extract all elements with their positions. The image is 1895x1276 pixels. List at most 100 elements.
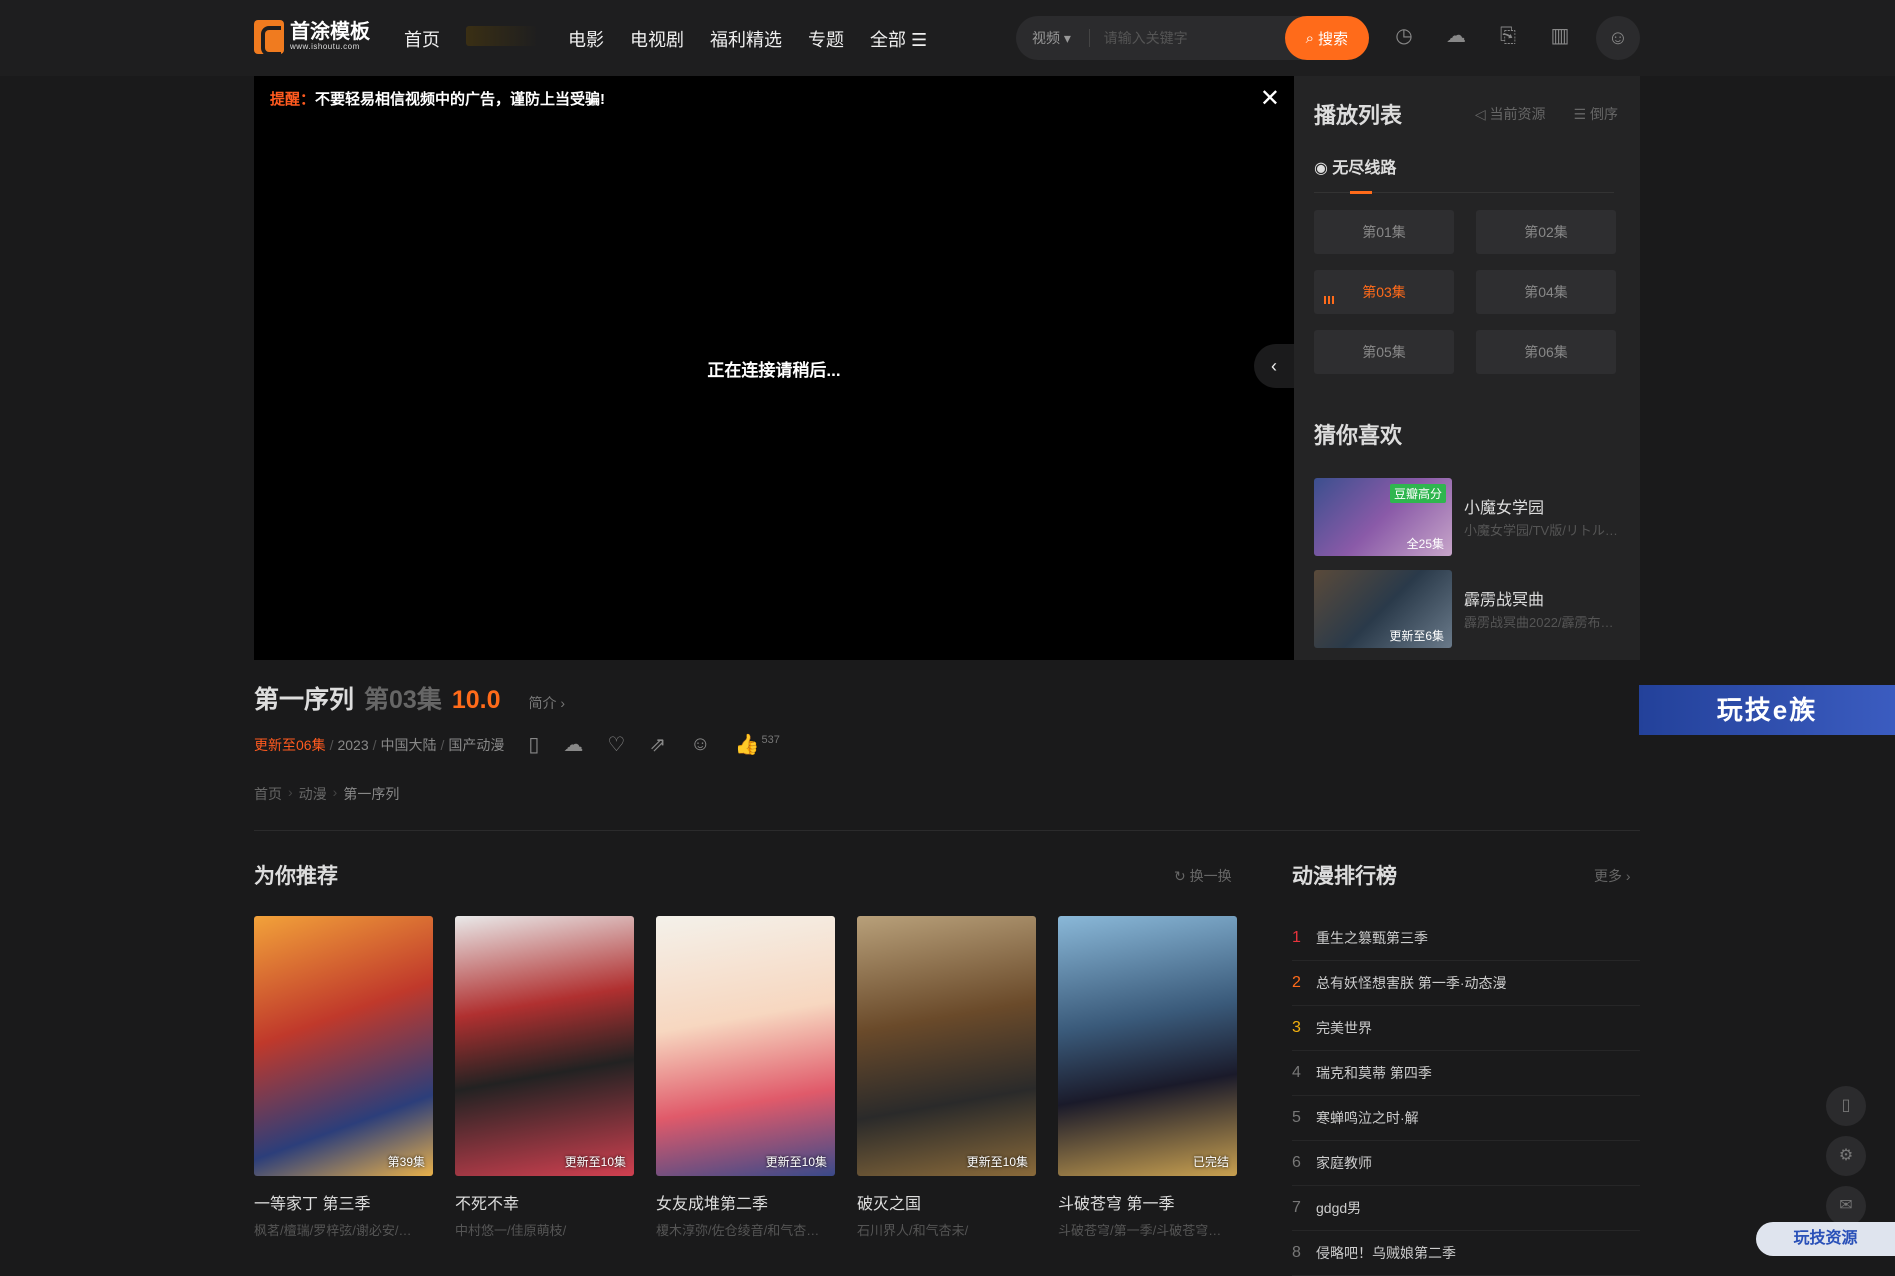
- action-icons: ▯ ☁ ♡ ⇗ ☺ 👍 537: [528, 732, 779, 757]
- sort-button[interactable]: ☰ 倒序: [1574, 104, 1618, 124]
- search-input[interactable]: [1089, 30, 1285, 46]
- card-title: 一等家丁 第三季: [254, 1196, 371, 1213]
- ranking-item[interactable]: 8 侵略吧！乌贼娘第二季: [1292, 1231, 1640, 1276]
- site-logo[interactable]: 首涂模板 www.ishoutu.com: [254, 20, 370, 56]
- playlist-title: 播放列表: [1314, 103, 1403, 128]
- ranking-item[interactable]: 4 瑞克和莫蒂 第四季: [1292, 1051, 1640, 1096]
- video-card[interactable]: 更新至10集 破灭之国 石川界人/和气杏未/: [857, 916, 1036, 1239]
- header-icons: ◷ ☁ ⎘ ▥: [1392, 24, 1572, 48]
- poster: 更新至10集: [656, 916, 835, 1176]
- rank-number: 1: [1292, 929, 1301, 946]
- card-subtitle: 中村悠一/佳原萌枝/: [455, 1223, 567, 1238]
- mobile-float-icon[interactable]: ▯: [1826, 1086, 1866, 1126]
- wechat-share-icon[interactable]: ☁: [563, 732, 583, 757]
- ranking-item[interactable]: 6 家庭教师: [1292, 1141, 1640, 1186]
- feedback-float-icon[interactable]: ✉: [1826, 1186, 1866, 1226]
- nav-movie[interactable]: 电影: [568, 26, 604, 52]
- top-header: 首涂模板 www.ishoutu.com 首页 电影 电视剧 福利精选 专题 全…: [0, 0, 1895, 76]
- video-card[interactable]: 第39集 一等家丁 第三季 枫茗/檀瑞/罗梓弦/谢必安/…: [254, 916, 433, 1239]
- nav-tv[interactable]: 电视剧: [630, 26, 684, 52]
- video-card[interactable]: 更新至10集 不死不幸 中村悠一/佳原萌枝/: [455, 916, 634, 1239]
- ranking-item[interactable]: 1 重生之篡甄第三季: [1292, 916, 1640, 961]
- breadcrumb-home[interactable]: 首页: [254, 784, 282, 804]
- current-source-label: 当前资源: [1489, 106, 1546, 122]
- guess-item[interactable]: 更新至6集 霹雳战冥曲 霹雳战冥曲2022/霹雳布袋戏: [1314, 570, 1624, 648]
- poster-label: 第39集: [387, 1155, 425, 1169]
- nav-welfare[interactable]: 福利精选: [710, 26, 782, 52]
- more-link[interactable]: 更多 ›: [1594, 866, 1631, 886]
- guess-episode-count: 全25集: [1406, 537, 1444, 551]
- collapse-sidebar-button[interactable]: ‹: [1254, 344, 1294, 388]
- sort-label: 倒序: [1590, 106, 1618, 122]
- route-tab[interactable]: ◉ 无尽线路: [1314, 154, 1396, 178]
- favorite-icon[interactable]: ♡: [607, 732, 625, 757]
- comment-icon[interactable]: ☺: [690, 733, 710, 756]
- ranking-item[interactable]: 2 总有妖怪想害朕 第一季·动态漫: [1292, 961, 1640, 1006]
- close-icon[interactable]: ✕: [1260, 84, 1280, 113]
- rank-title: gdgd男: [1316, 1200, 1362, 1216]
- search-button-label: 搜索: [1317, 30, 1348, 48]
- wechat-icon[interactable]: ☁: [1444, 24, 1468, 48]
- poster: 更新至10集: [455, 916, 634, 1176]
- search-type-select[interactable]: 视频 ▾: [1016, 29, 1090, 47]
- card-title: 女友成堆第二季: [656, 1196, 769, 1213]
- settings-float-icon[interactable]: ⚙: [1826, 1136, 1866, 1176]
- rank-title: 重生之篡甄第三季: [1316, 930, 1428, 946]
- episode-button[interactable]: 第06集: [1476, 330, 1616, 374]
- poster-label: 已完结: [1192, 1155, 1229, 1169]
- intro-link[interactable]: 简介 ›: [529, 693, 566, 713]
- recommend-title: 为你推荐: [254, 865, 338, 888]
- card-title: 破灭之国: [857, 1196, 922, 1213]
- ad-small[interactable]: 玩技资源: [1756, 1222, 1895, 1256]
- rank-title: 寒蝉鸣泣之时·解: [1316, 1110, 1419, 1126]
- like-button[interactable]: 👍 537: [735, 732, 780, 757]
- poster: 第39集: [254, 916, 433, 1176]
- bookmark-icon[interactable]: ⎘: [1496, 24, 1520, 48]
- episode-button[interactable]: 第01集: [1314, 210, 1454, 254]
- episode-button[interactable]: 第04集: [1476, 270, 1616, 314]
- rank-number: 3: [1292, 1019, 1301, 1036]
- logo-title: 首涂模板: [290, 21, 370, 43]
- guess-thumbnail: 豆瓣高分 全25集: [1314, 478, 1452, 556]
- playlist-panel: 播放列表 ◁ 当前资源 ☰ 倒序 ◉ 无尽线路 第01集 第02集 第03集 第…: [1294, 76, 1640, 660]
- year: 2023: [337, 736, 369, 753]
- nav-home[interactable]: 首页: [404, 26, 440, 52]
- card-title: 斗破苍穹 第一季: [1058, 1196, 1175, 1213]
- rank-title: 总有妖怪想害朕 第一季·动态漫: [1316, 975, 1507, 991]
- episode-button[interactable]: 第02集: [1476, 210, 1616, 254]
- search-bar: 视频 ▾ ⌕ 搜索: [1016, 16, 1369, 60]
- recommend-cards: 第39集 一等家丁 第三季 枫茗/檀瑞/罗梓弦/谢必安/… 更新至10集 不死不…: [254, 916, 1237, 1239]
- episode-button[interactable]: 第05集: [1314, 330, 1454, 374]
- search-button[interactable]: ⌕ 搜索: [1284, 16, 1369, 60]
- player-notice: 提醒：不要轻易相信视频中的广告，谨防上当受骗!: [270, 88, 605, 109]
- notice-text: 不要轻易相信视频中的广告，谨防上当受骗!: [315, 91, 606, 108]
- refresh-button[interactable]: ↻ 换一换: [1174, 866, 1232, 886]
- guess-item[interactable]: 豆瓣高分 全25集 小魔女学园 小魔女学园/TV版/リトルウィッチアカデミア: [1314, 478, 1624, 556]
- video-card[interactable]: 已完结 斗破苍穹 第一季 斗破苍穹/第一季/斗破苍穹…: [1058, 916, 1237, 1239]
- history-icon[interactable]: ◷: [1392, 24, 1416, 48]
- ranking-item[interactable]: 3 完美世界: [1292, 1006, 1640, 1051]
- mobile-icon[interactable]: ▯: [528, 732, 539, 757]
- ranking-item[interactable]: 7 gdgd男: [1292, 1186, 1640, 1231]
- share-icon[interactable]: ⇗: [649, 732, 666, 757]
- episode-button-active[interactable]: 第03集: [1314, 270, 1454, 314]
- refresh-icon: ↻: [1174, 868, 1190, 884]
- user-avatar-icon[interactable]: ☺: [1596, 16, 1640, 60]
- current-source-button[interactable]: ◁ 当前资源: [1475, 104, 1546, 124]
- building-icon[interactable]: ▥: [1548, 24, 1572, 48]
- speaker-icon: ◁: [1474, 106, 1490, 122]
- video-card[interactable]: 更新至10集 女友成堆第二季 榎木淳弥/佐仓绫音/和气杏…: [656, 916, 835, 1239]
- nav-topic[interactable]: 专题: [808, 26, 844, 52]
- ranking-item[interactable]: 5 寒蝉鸣泣之时·解: [1292, 1096, 1640, 1141]
- ad-banner[interactable]: 玩技e族: [1639, 685, 1895, 735]
- rank-title: 瑞克和莫蒂 第四季: [1316, 1065, 1432, 1081]
- nav-promo-badge[interactable]: [466, 26, 538, 46]
- logo-icon: [254, 20, 284, 56]
- breadcrumb-category[interactable]: 动漫: [299, 784, 327, 804]
- guess-subtitle: 小魔女学园/TV版/リトルウィッチアカデミア: [1464, 523, 1620, 538]
- rank-number: 6: [1292, 1154, 1301, 1171]
- nav-all[interactable]: 全部 ☰: [870, 26, 927, 52]
- rank-title: 侵略吧！乌贼娘第二季: [1316, 1245, 1456, 1261]
- card-subtitle: 枫茗/檀瑞/罗梓弦/谢必安/…: [254, 1223, 412, 1238]
- video-player[interactable]: 提醒：不要轻易相信视频中的广告，谨防上当受骗! ✕ 正在连接请稍后... ‹: [254, 76, 1294, 660]
